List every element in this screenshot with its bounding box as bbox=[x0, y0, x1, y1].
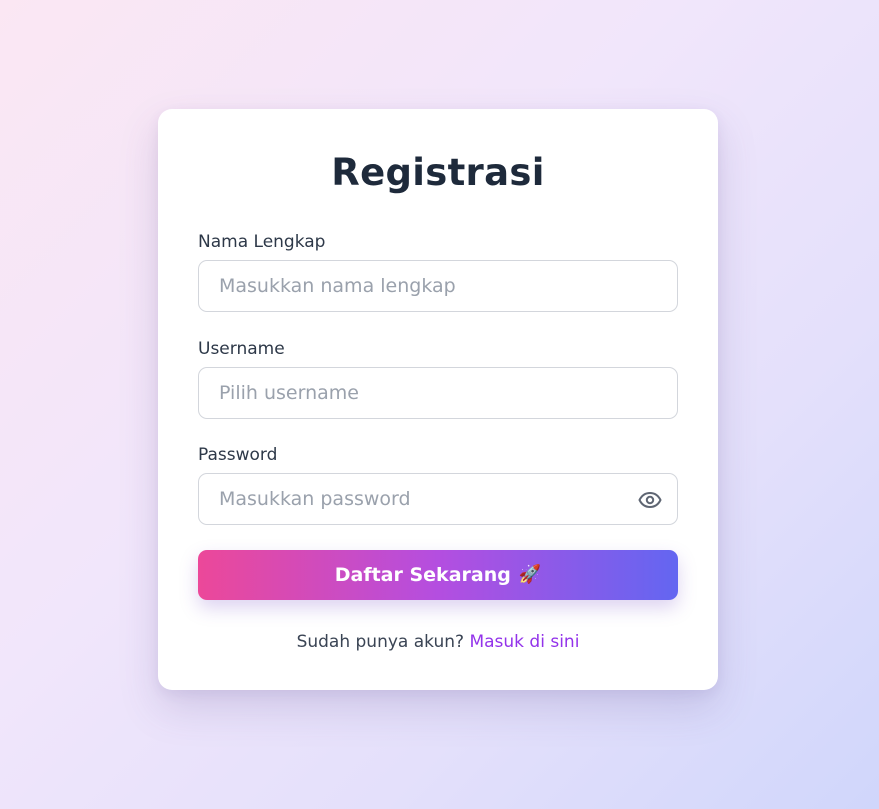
full-name-label: Nama Lengkap bbox=[198, 232, 326, 252]
password-field: Password bbox=[198, 444, 678, 525]
password-input-wrapper bbox=[198, 473, 678, 525]
register-button[interactable]: Daftar Sekarang 🚀 bbox=[198, 550, 678, 600]
username-input[interactable] bbox=[199, 368, 677, 418]
eye-icon[interactable] bbox=[637, 487, 663, 513]
username-field: Username bbox=[198, 338, 678, 419]
full-name-input-wrapper bbox=[198, 260, 678, 312]
password-input[interactable] bbox=[199, 474, 677, 524]
registration-card: Registrasi Nama Lengkap Username Passwor… bbox=[158, 109, 718, 690]
register-button-label: Daftar Sekarang bbox=[334, 564, 511, 586]
login-prompt-text: Sudah punya akun? bbox=[296, 632, 465, 652]
rocket-icon: 🚀 bbox=[518, 564, 542, 585]
password-label: Password bbox=[198, 445, 278, 465]
username-label: Username bbox=[198, 339, 285, 359]
username-input-wrapper bbox=[198, 367, 678, 419]
full-name-field: Nama Lengkap bbox=[198, 231, 678, 312]
login-link[interactable]: Masuk di sini bbox=[469, 632, 579, 652]
full-name-input[interactable] bbox=[199, 261, 677, 311]
page-title: Registrasi bbox=[331, 151, 545, 194]
login-prompt: Sudah punya akun? Masuk di sini bbox=[198, 630, 678, 654]
